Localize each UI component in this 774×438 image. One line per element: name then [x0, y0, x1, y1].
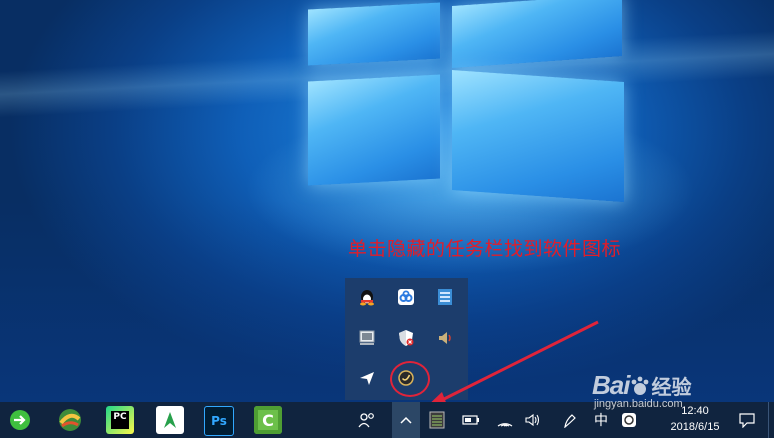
highlight-circle [390, 361, 430, 397]
window-pane-top-right [452, 0, 622, 68]
photoshop-icon[interactable]: Ps [204, 406, 234, 436]
display-icon[interactable] [435, 287, 455, 307]
cpu-meter-icon[interactable] [426, 408, 448, 432]
send-icon[interactable] [357, 368, 377, 388]
show-hidden-icons-button[interactable] [392, 402, 420, 438]
volume-icon[interactable] [435, 328, 455, 348]
qq-icon[interactable] [357, 287, 377, 307]
annotation-caption: 单击隐藏的任务栏找到软件图标 [348, 238, 622, 260]
baidu-jingyan-watermark: Bai 经验 jingyan.baidu.com [592, 370, 742, 410]
clock-date: 2018/6/15 [670, 421, 720, 433]
people-icon[interactable] [356, 408, 378, 432]
flag-app-icon[interactable] [156, 406, 184, 434]
watermark-logo-suffix: 经验 [651, 377, 692, 399]
camtasia-icon[interactable]: C [254, 406, 282, 434]
battery-icon[interactable] [460, 408, 482, 432]
pen-icon[interactable] [560, 408, 582, 432]
action-center-icon[interactable] [734, 406, 760, 434]
watermark-logo: Bai [592, 370, 630, 400]
app-tray-icon[interactable] [618, 408, 640, 432]
green-arrow-app-icon[interactable] [6, 406, 34, 434]
window-pane-bottom-right [452, 69, 624, 203]
paint-app-icon[interactable] [56, 406, 84, 434]
show-desktop-button[interactable] [768, 402, 774, 438]
storage-icon[interactable] [357, 328, 377, 348]
window-pane-top-left [308, 2, 440, 66]
pycharm-icon[interactable]: PC [106, 406, 134, 434]
ime-icon[interactable]: 中 [590, 408, 612, 432]
paw-icon [632, 376, 649, 395]
wifi-icon[interactable] [494, 408, 516, 432]
window-pane-bottom-left [308, 74, 440, 186]
security-shield-icon[interactable] [396, 328, 416, 348]
speaker-icon[interactable] [522, 408, 544, 432]
baidu-netdisk-icon[interactable] [396, 287, 416, 307]
watermark-url: jingyan.baidu.com [594, 398, 683, 410]
